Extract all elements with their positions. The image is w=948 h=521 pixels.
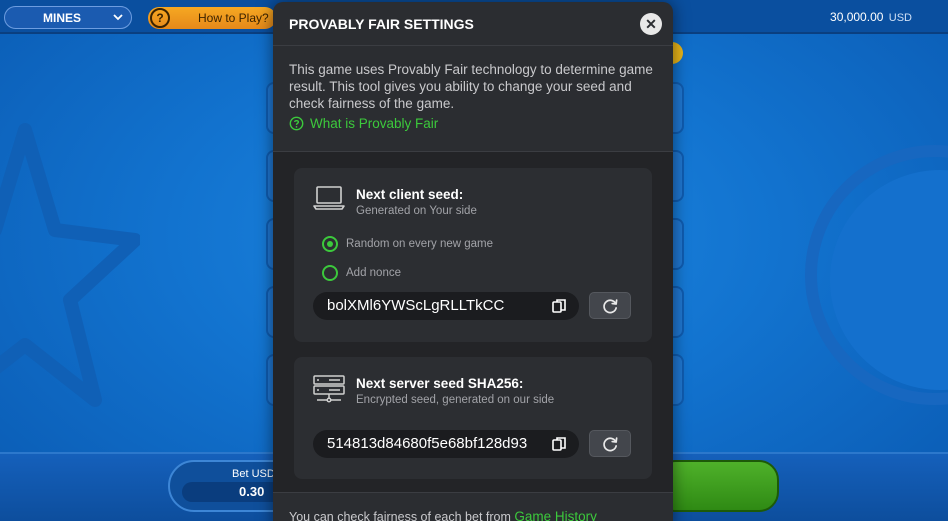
- regenerate-server-seed-button[interactable]: [589, 430, 631, 457]
- balance-currency: USD: [888, 12, 912, 24]
- what-is-provably-fair-label: What is Provably Fair: [310, 116, 439, 131]
- client-seed-title: Next client seed:: [356, 187, 464, 202]
- seeds-section: Next client seed: Generated on Your side…: [273, 151, 673, 493]
- radio-random-label: Random on every new game: [346, 238, 494, 250]
- intro-text: This game uses Provably Fair technology …: [289, 62, 653, 111]
- server-seed-value[interactable]: 514813d84680f5e68bf128d93: [327, 435, 537, 452]
- modal-title: PROVABLY FAIR SETTINGS: [289, 16, 474, 32]
- balance-amount: 30,000.00: [830, 10, 884, 24]
- client-seed-subtitle: Generated on Your side: [356, 205, 477, 217]
- refresh-icon: [603, 437, 618, 452]
- laptop-icon: [313, 186, 345, 210]
- server-seed-title: Next server seed SHA256:: [356, 376, 524, 391]
- footer-text: You can check fairness of each bet from …: [289, 509, 597, 521]
- bet-value: 0.30: [239, 484, 265, 499]
- star-decoration-icon: [0, 123, 140, 407]
- close-icon[interactable]: ✕: [640, 13, 662, 35]
- refresh-icon: [603, 299, 618, 314]
- footer-label: You can check fairness of each bet from: [289, 510, 511, 521]
- copy-icon[interactable]: [551, 298, 567, 314]
- radio-add-nonce-button[interactable]: [322, 265, 338, 281]
- server-seed-card: Next server seed SHA256: Encrypted seed,…: [294, 357, 652, 479]
- radio-add-nonce[interactable]: Add nonce: [322, 265, 401, 281]
- bet-label: Bet USD: [232, 468, 275, 480]
- game-select-dropdown[interactable]: MINES: [4, 6, 132, 29]
- server-icon: [313, 375, 345, 403]
- play-button[interactable]: [655, 460, 779, 512]
- how-to-play-label: How to Play?: [198, 11, 269, 25]
- game-name: MINES: [43, 11, 82, 25]
- chevron-down-icon: [113, 14, 123, 21]
- server-seed-field[interactable]: 514813d84680f5e68bf128d93: [313, 430, 579, 458]
- regenerate-client-seed-button[interactable]: [589, 292, 631, 319]
- copy-icon[interactable]: [551, 436, 567, 452]
- game-history-link[interactable]: Game History: [514, 509, 597, 521]
- balance-display: 30,000.00 USD: [830, 10, 912, 24]
- radio-random[interactable]: Random on every new game: [322, 236, 493, 252]
- question-icon: ?: [150, 8, 170, 28]
- client-seed-value[interactable]: bolXMl6YWScLgRLLTkCC: [327, 297, 537, 314]
- what-is-provably-fair-link[interactable]: What is Provably Fair: [289, 116, 438, 131]
- client-seed-field[interactable]: bolXMl6YWScLgRLLTkCC: [313, 292, 579, 320]
- server-seed-subtitle: Encrypted seed, generated on our side: [356, 394, 555, 406]
- client-seed-card: Next client seed: Generated on Your side…: [294, 168, 652, 342]
- provably-fair-modal: PROVABLY FAIR SETTINGS ✕ This game uses …: [273, 2, 673, 521]
- question-circle-icon: [289, 116, 304, 131]
- radio-add-nonce-label: Add nonce: [346, 267, 401, 279]
- divider: [273, 45, 673, 46]
- radio-random-button[interactable]: [322, 236, 338, 252]
- how-to-play-button[interactable]: ? How to Play?: [148, 7, 276, 29]
